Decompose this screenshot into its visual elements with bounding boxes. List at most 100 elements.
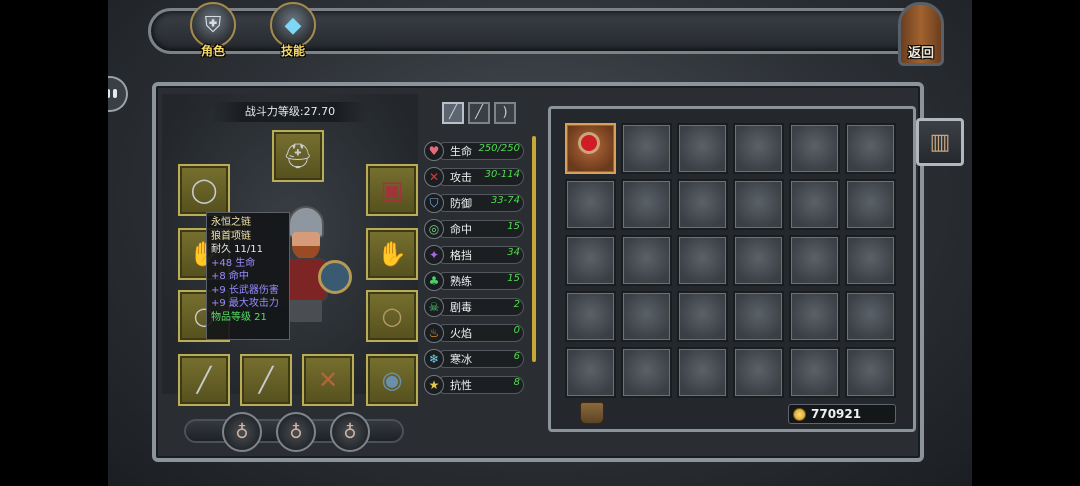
bow-icon: ) (502, 105, 508, 120)
stats-scrollbar[interactable] (532, 136, 536, 362)
skills-tab[interactable]: ◆ 技能 (265, 2, 321, 58)
inventory-slot[interactable] (677, 291, 728, 342)
stat-name: 防御 (450, 197, 472, 210)
tooltip-stat: +8 命中 (211, 271, 249, 282)
helmet-slot[interactable]: ⛑ (272, 130, 324, 182)
trash-bucket-button[interactable] (580, 402, 604, 424)
stat-name: 格挡 (450, 249, 472, 262)
ring-icon: ○ (381, 302, 403, 330)
ring-slot-right[interactable]: ○ (366, 290, 418, 342)
gauntlet-icon: ✋ (377, 240, 407, 268)
potion-slot-2[interactable]: ♁ (276, 412, 316, 452)
spear-icon: ╱ (258, 366, 274, 394)
stat-row-attack: ✕ 攻击 30-114 (424, 166, 526, 188)
inventory-slot[interactable] (621, 291, 672, 342)
inventory-slot[interactable] (789, 123, 840, 174)
tooltip-item-name: 永恒之链 (211, 217, 251, 228)
crossbow-icon: ✕ (317, 366, 339, 394)
inventory-slot[interactable] (845, 179, 896, 230)
spear-tab[interactable]: ╱ (468, 102, 490, 124)
backpack-icon: ▥ (929, 129, 951, 155)
necklace-slot[interactable]: ◯ (178, 164, 230, 216)
inventory-slot[interactable] (845, 235, 896, 286)
necklace-icon: ◯ (190, 176, 218, 204)
round-shield-icon: ◉ (381, 366, 403, 394)
inventory-slot[interactable] (733, 179, 784, 230)
inventory-slot[interactable] (677, 347, 728, 398)
inventory-slot[interactable] (677, 179, 728, 230)
shield-slot[interactable]: ◉ (366, 354, 418, 406)
stat-name: 命中 (450, 223, 472, 236)
inventory-grid (548, 106, 916, 432)
inventory-slot[interactable] (565, 235, 616, 286)
back-button[interactable]: 返回 (898, 2, 944, 66)
tooltip-stat: +9 长武器伤害 (211, 284, 279, 296)
stat-value: 6 (513, 351, 520, 362)
shield-icon: ⛉ (424, 193, 444, 213)
stat-row-block: ✦ 格挡 34 (424, 244, 526, 266)
stat-row-defense: ⛉ 防御 33-74 (424, 192, 526, 214)
gold-counter: 770921 (788, 404, 896, 424)
inventory-slot[interactable] (733, 123, 784, 174)
stat-name: 寒冰 (450, 353, 472, 366)
weapon-slot-1[interactable]: ╱ (178, 354, 230, 406)
stat-name: 剧毒 (450, 301, 472, 314)
stat-value: 34 (507, 247, 520, 258)
inventory-slot[interactable] (845, 123, 896, 174)
gold-coin-icon (793, 408, 806, 421)
chest-slot[interactable]: ▣ (366, 164, 418, 216)
stat-value: 8 (513, 377, 520, 388)
inventory-slot[interactable] (789, 235, 840, 286)
equipment-window: 战斗力等级:27.70 ⛑ ◯ ▣ ✋ ✋ ○ ○ ╱ ╱ ✕ ◉ 永恒之链 狼… (152, 82, 964, 462)
stat-row-poison: ☠ 剧毒 2 (424, 296, 526, 318)
weapon-slot-2[interactable]: ╱ (240, 354, 292, 406)
stat-value: 30-114 (484, 169, 520, 180)
inventory-slot[interactable] (789, 179, 840, 230)
weapon-slot-3[interactable]: ✕ (302, 354, 354, 406)
crossed-swords-icon: ✕ (424, 167, 444, 187)
stat-row-resistance: ★ 抗性 8 (424, 374, 526, 396)
potion-slot-1[interactable]: ♁ (222, 412, 262, 452)
inventory-slot[interactable] (733, 291, 784, 342)
inventory-slot[interactable] (621, 123, 672, 174)
inventory-slot[interactable] (621, 179, 672, 230)
inventory-slot[interactable] (565, 347, 616, 398)
gold-amount: 770921 (811, 407, 862, 421)
inventory-slot[interactable] (565, 179, 616, 230)
side-menu-handle[interactable] (108, 76, 128, 112)
stat-row-health: ♥ 生命 250/250 (424, 140, 526, 162)
inventory-slot[interactable] (677, 123, 728, 174)
inventory-slot[interactable] (845, 347, 896, 398)
inventory-slot[interactable] (621, 347, 672, 398)
mace-icon: ╱ (196, 366, 212, 394)
backpack-button[interactable]: ▥ (916, 118, 964, 166)
inventory-slot[interactable] (733, 347, 784, 398)
inventory-slot-ruby-ring[interactable] (565, 123, 616, 174)
helmet-icon: ⛑ (282, 142, 314, 170)
bow-tab[interactable]: ) (494, 102, 516, 124)
snowflake-icon: ❄ (424, 349, 444, 369)
game-screen: ⛨ 角色 ◆ 技能 返回 战斗力等级:27.70 ⛑ ◯ ▣ ✋ ✋ ○ ○ ╱… (108, 0, 972, 486)
stat-name: 生命 (450, 145, 472, 158)
skull-icon: ☠ (424, 297, 444, 317)
potion-icon: ♁ (343, 421, 357, 443)
inventory-slot[interactable] (845, 291, 896, 342)
sword-tab[interactable]: ╱ (442, 102, 464, 124)
potion-slot-3[interactable]: ♁ (330, 412, 370, 452)
stat-value: 250/250 (478, 143, 520, 154)
character-tab[interactable]: ⛨ 角色 (185, 2, 241, 58)
inventory-slot[interactable] (565, 291, 616, 342)
skills-tab-label: 技能 (280, 44, 305, 58)
inventory-slot[interactable] (733, 235, 784, 286)
stat-value: 0 (513, 325, 520, 336)
gloves-slot[interactable]: ✋ (366, 228, 418, 280)
inventory-slot[interactable] (677, 235, 728, 286)
clover-icon: ♣ (424, 271, 444, 291)
tooltip-item-type: 狼首项链 (211, 230, 251, 242)
spear-icon: ╱ (475, 105, 483, 120)
inventory-slot[interactable] (789, 291, 840, 342)
tooltip-durability: 耐久 11/11 (211, 244, 263, 255)
inventory-slot[interactable] (789, 347, 840, 398)
inventory-slot[interactable] (621, 235, 672, 286)
heart-icon: ♥ (424, 141, 444, 161)
